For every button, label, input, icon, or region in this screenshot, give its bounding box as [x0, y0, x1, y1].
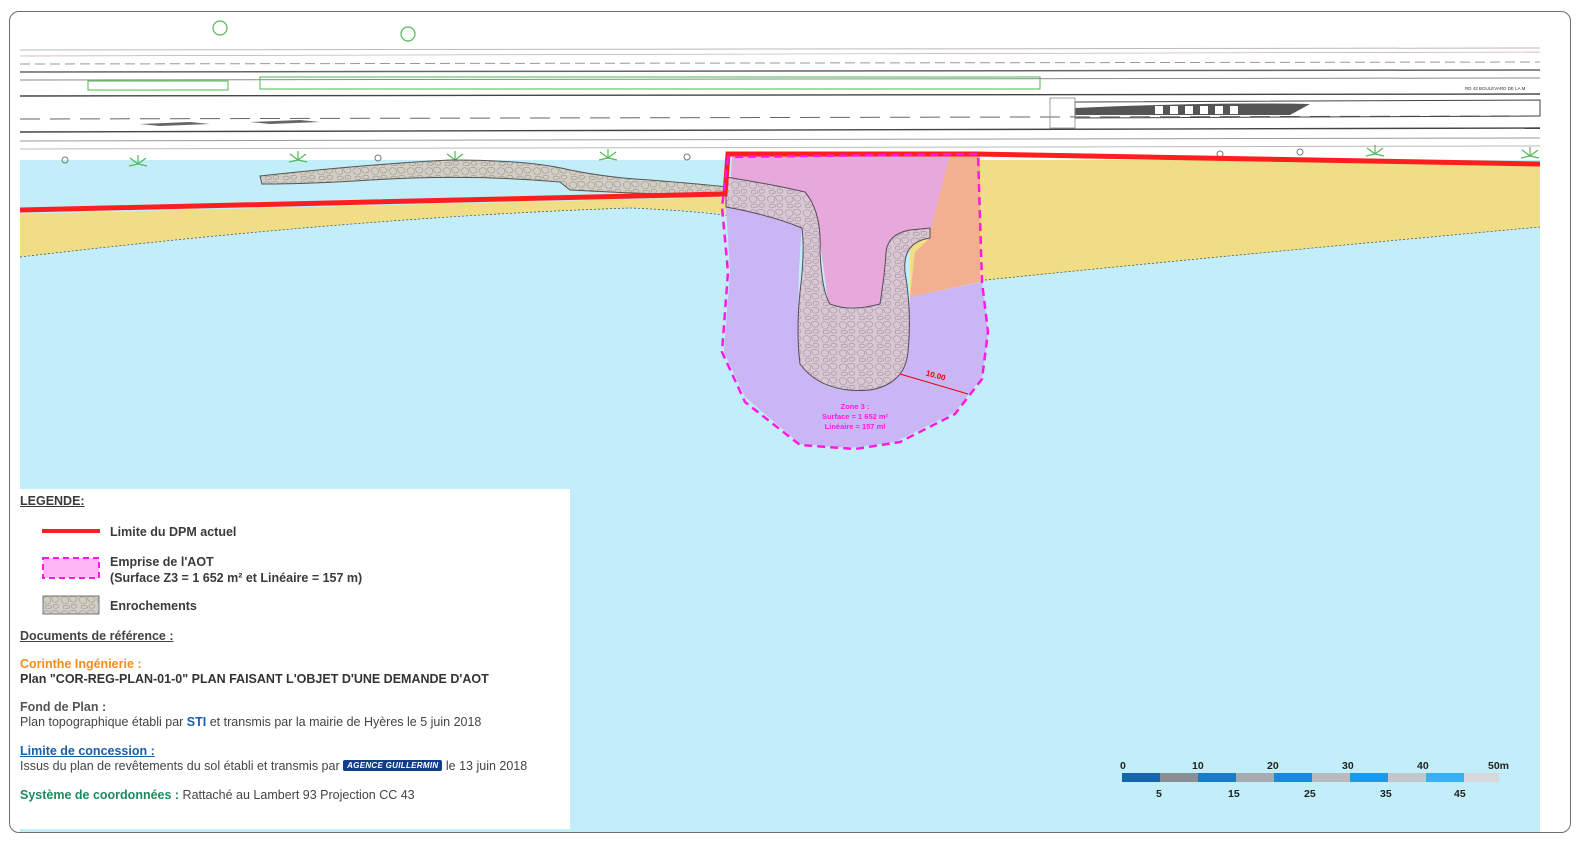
limite-text: Issus du plan de revêtements du sol étab…	[20, 759, 528, 773]
scale-bar: 0 10 20 30 40 50m 5 15 25 35 45	[1120, 760, 1522, 805]
scale-label-20: 20	[1267, 760, 1279, 772]
scale-bar-segments	[1122, 773, 1499, 782]
agence-guillermin-logo: AGENCE GUILLERMIN	[343, 760, 443, 771]
map-frame: 10.00 Zone 3 : Surface = 1 652 m² Linéai…	[9, 11, 1571, 833]
corinthe-title: Corinthe Ingénierie :	[20, 657, 142, 671]
dpm-line-symbol	[42, 529, 100, 533]
legend-aot-label: Emprise de l'AOT (Surface Z3 = 1 652 m² …	[110, 554, 362, 586]
systeme-line: Système de coordonnées : Rattaché au Lam…	[20, 788, 415, 802]
legend-title: LEGENDE:	[20, 494, 85, 508]
scale-label-15: 15	[1228, 788, 1240, 800]
fond-title: Fond de Plan :	[20, 700, 107, 714]
fond-text: Plan topographique établi par STI et tra…	[20, 715, 482, 729]
limite-title: Limite de concession :	[20, 744, 155, 758]
scale-label-5: 5	[1156, 788, 1162, 800]
scale-label-40: 40	[1417, 760, 1429, 772]
legend-dpm-label: Limite du DPM actuel	[110, 525, 237, 539]
legend-rocks-label: Enrochements	[110, 599, 197, 613]
scale-label-25: 25	[1304, 788, 1316, 800]
scale-label-30: 30	[1342, 760, 1354, 772]
rocks-symbol	[42, 595, 100, 615]
aot-area-symbol	[42, 557, 100, 579]
zone-label-lineaire: Linéaire = 157 ml	[825, 422, 886, 431]
scale-label-0: 0	[1120, 760, 1126, 772]
references-title: Documents de référence :	[20, 629, 174, 643]
legend-aot-title: Emprise de l'AOT	[110, 555, 214, 569]
zone-label-title: Zone 3 :	[841, 402, 870, 411]
scale-label-45: 45	[1454, 788, 1466, 800]
zone-label-surface: Surface = 1 652 m²	[822, 412, 889, 421]
legend-aot-sublabel: (Surface Z3 = 1 652 m² et Linéaire = 157…	[110, 571, 363, 585]
scale-label-50m: 50m	[1488, 760, 1510, 772]
corinthe-plan-line: Plan "COR-REG-PLAN-01-0" PLAN FAISANT L'…	[20, 672, 489, 686]
scale-label-35: 35	[1380, 788, 1392, 800]
scale-label-10: 10	[1192, 760, 1204, 772]
legend-panel: LEGENDE: Limite du DPM actuel Emprise de…	[20, 489, 570, 829]
road-label: RD 42 BOULEVARD DE LA M	[1465, 86, 1526, 91]
